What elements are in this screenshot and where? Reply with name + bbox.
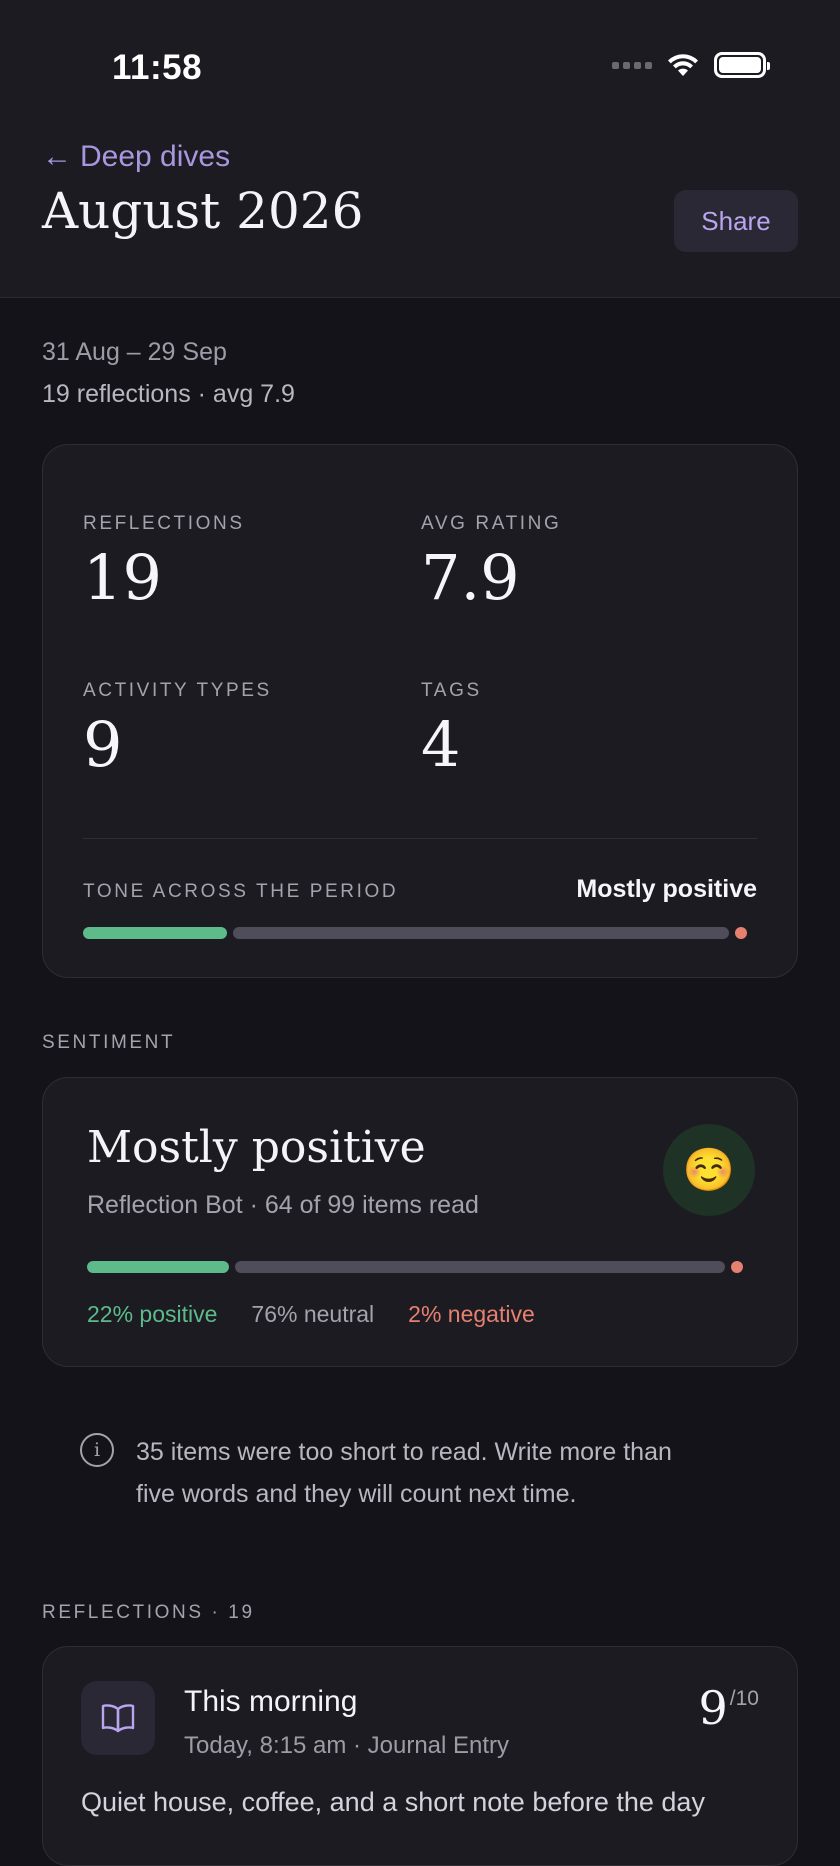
stat-value: 9 <box>83 708 123 781</box>
tone-value: Mostly positive <box>576 875 757 903</box>
divider <box>83 838 757 839</box>
arrow-left-icon: ← <box>42 140 72 173</box>
period-range: 31 Aug – 29 Sep <box>42 338 227 366</box>
sentiment-title: Mostly positive <box>87 1122 426 1173</box>
info-line: 35 items were too short to read. Write m… <box>136 1438 672 1466</box>
stats-card: REFLECTIONS 19 AVG RATING 7.9 ACTIVITY T… <box>42 444 798 978</box>
stat-value: 19 <box>83 541 162 614</box>
reflection-rating: 9 /10 <box>699 1681 759 1735</box>
rating-max: /10 <box>729 1687 759 1710</box>
tone-bar-positive <box>83 927 227 939</box>
stat-activity-types: ACTIVITY TYPES 9 <box>83 680 272 781</box>
page-title: August 2026 <box>42 182 364 240</box>
battery-icon <box>714 52 770 78</box>
section-label-reflections: REFLECTIONS · 19 <box>42 1602 255 1623</box>
status-time: 11:58 <box>112 48 203 87</box>
stat-value: 4 <box>421 708 461 781</box>
reflection-meta: Today, 8:15 am · Journal Entry <box>184 1732 510 1759</box>
stat-value: 7.9 <box>421 541 520 614</box>
sentiment-subtitle: Reflection Bot · 64 of 99 items read <box>87 1191 479 1219</box>
reflection-card[interactable]: This morning Today, 8:15 am · Journal En… <box>42 1646 798 1866</box>
sentiment-card[interactable]: Mostly positive Reflection Bot · 64 of 9… <box>42 1077 798 1367</box>
reflection-title: This morning <box>184 1685 358 1718</box>
header: 11:58 ← Deep dives August 2026 Share <box>0 0 840 298</box>
tone-bar-negative <box>735 927 747 939</box>
cellular-signal-icon <box>612 61 652 69</box>
back-link[interactable]: ← Deep dives <box>42 140 230 174</box>
reflection-text: Quiet house, coffee, and a short note be… <box>81 1787 705 1817</box>
share-button[interactable]: Share <box>674 190 798 252</box>
sentiment-bar-negative <box>731 1261 743 1273</box>
sentiment-bar-positive <box>87 1261 229 1273</box>
back-link-label: Deep dives <box>80 140 231 173</box>
legend-neutral: 76% neutral <box>251 1301 375 1327</box>
stat-label: REFLECTIONS <box>83 513 245 534</box>
section-label-sentiment: SENTIMENT <box>42 1032 176 1053</box>
period-summary: 19 reflections · avg 7.9 <box>42 380 295 408</box>
info-text: 35 items were too short to read. Write m… <box>136 1431 672 1515</box>
stat-label: AVG RATING <box>421 513 562 534</box>
stat-reflections: REFLECTIONS 19 <box>83 513 245 614</box>
tone-label: TONE ACROSS THE PERIOD <box>83 881 399 902</box>
rating-value: 9 <box>698 1681 728 1735</box>
legend-positive: 22% positive <box>87 1301 218 1327</box>
sentiment-legend: 22% positive 76% neutral 2% negative <box>87 1301 535 1328</box>
status-icons <box>612 52 770 78</box>
info-line: five words and they will count next time… <box>136 1480 577 1508</box>
sentiment-bar-neutral <box>235 1261 725 1273</box>
book-icon <box>81 1681 155 1755</box>
stat-label: TAGS <box>421 680 482 701</box>
stat-avg-rating: AVG RATING 7.9 <box>421 513 561 614</box>
tone-bar <box>83 927 759 939</box>
legend-negative: 2% negative <box>408 1301 535 1327</box>
info-note: i 35 items were too short to read. Write… <box>80 1431 760 1515</box>
sentiment-bar <box>87 1261 755 1273</box>
smiling-face-icon: ☺️ <box>663 1124 755 1216</box>
stat-tags: TAGS 4 <box>421 680 482 781</box>
info-icon: i <box>80 1433 114 1467</box>
wifi-icon <box>668 54 698 76</box>
stat-label: ACTIVITY TYPES <box>83 680 272 701</box>
tone-bar-neutral <box>233 927 729 939</box>
